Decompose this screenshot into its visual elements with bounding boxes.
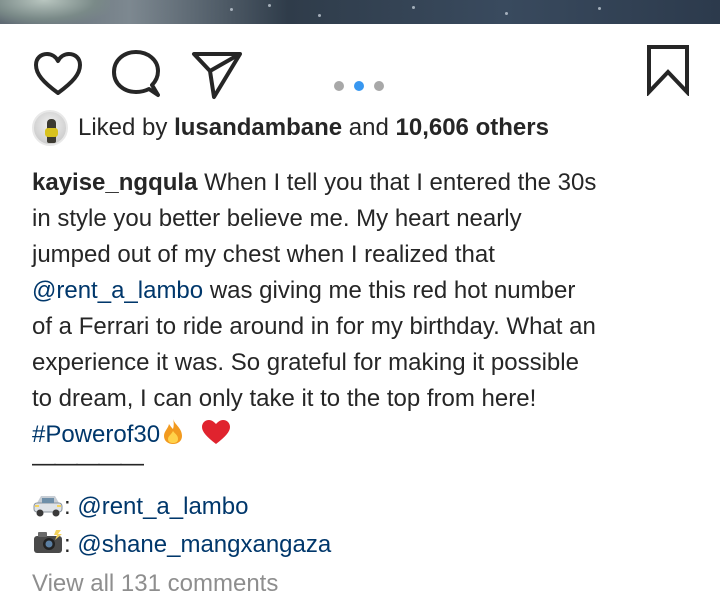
caption-line-6: experience it was. So grateful for makin… — [32, 349, 579, 376]
carousel-dot-3 — [374, 81, 384, 91]
credit-separator-2: : — [64, 531, 71, 558]
caption-mention-link[interactable]: @rent_a_lambo — [32, 277, 203, 304]
liker-username[interactable]: lusandambane — [174, 114, 342, 141]
caption-line-7: to dream, I can only take it to the top … — [32, 385, 537, 412]
heart-outline-icon[interactable] — [33, 51, 83, 97]
bookmark-outline-icon[interactable] — [645, 44, 691, 96]
credit-car: : @rent_a_lambo — [32, 488, 331, 526]
caption-line-5: of a Ferrari to ride around in for my bi… — [32, 313, 596, 340]
carousel-dot-2-active — [354, 81, 364, 91]
view-all-comments-link[interactable]: View all 131 comments — [32, 568, 278, 599]
likes-connector: and — [348, 114, 389, 141]
caption-line-2: in style you better believe me. My heart… — [32, 205, 522, 232]
camera-flash-emoji-icon — [32, 529, 64, 567]
credit-handle-car[interactable]: @rent_a_lambo — [77, 493, 248, 520]
car-emoji-icon — [32, 491, 64, 529]
fire-emoji-icon — [160, 417, 186, 456]
caption-username[interactable]: kayise_ngqula — [32, 169, 197, 196]
likes-others-count[interactable]: 10,606 others — [396, 114, 549, 141]
likes-text: Liked by lusandambane and 10,606 others — [78, 113, 549, 143]
caption-line-1: When I tell you that I entered the 30s — [204, 169, 597, 196]
credit-separator-1: : — [64, 493, 71, 520]
post-image-bottom-edge[interactable] — [0, 0, 720, 24]
carousel-indicator — [334, 81, 388, 91]
caption-line-3: jumped out of my chest when I realized t… — [32, 241, 495, 268]
credit-handle-camera[interactable]: @shane_mangxangaza — [77, 531, 331, 558]
post-action-bar — [0, 24, 720, 110]
credit-camera: : @shane_mangxangaza — [32, 526, 331, 564]
post-credits: : @rent_a_lambo : @shane_mangxangaza — [32, 488, 331, 564]
hashtag-link[interactable]: #Powerof30 — [32, 421, 160, 448]
caption-line-4: was giving me this red hot number — [209, 277, 576, 304]
post-caption: kayise_ngqula When I tell you that I ent… — [32, 165, 692, 481]
carousel-dot-1 — [334, 81, 344, 91]
paper-plane-icon[interactable] — [190, 49, 244, 101]
liker-avatar[interactable] — [32, 110, 68, 146]
speech-bubble-icon[interactable] — [110, 49, 162, 99]
caption-divider: ————— — [32, 450, 144, 477]
red-heart-emoji-icon — [201, 419, 231, 456]
likes-summary[interactable]: Liked by lusandambane and 10,606 others — [32, 110, 712, 148]
likes-prefix: Liked by — [78, 114, 168, 141]
